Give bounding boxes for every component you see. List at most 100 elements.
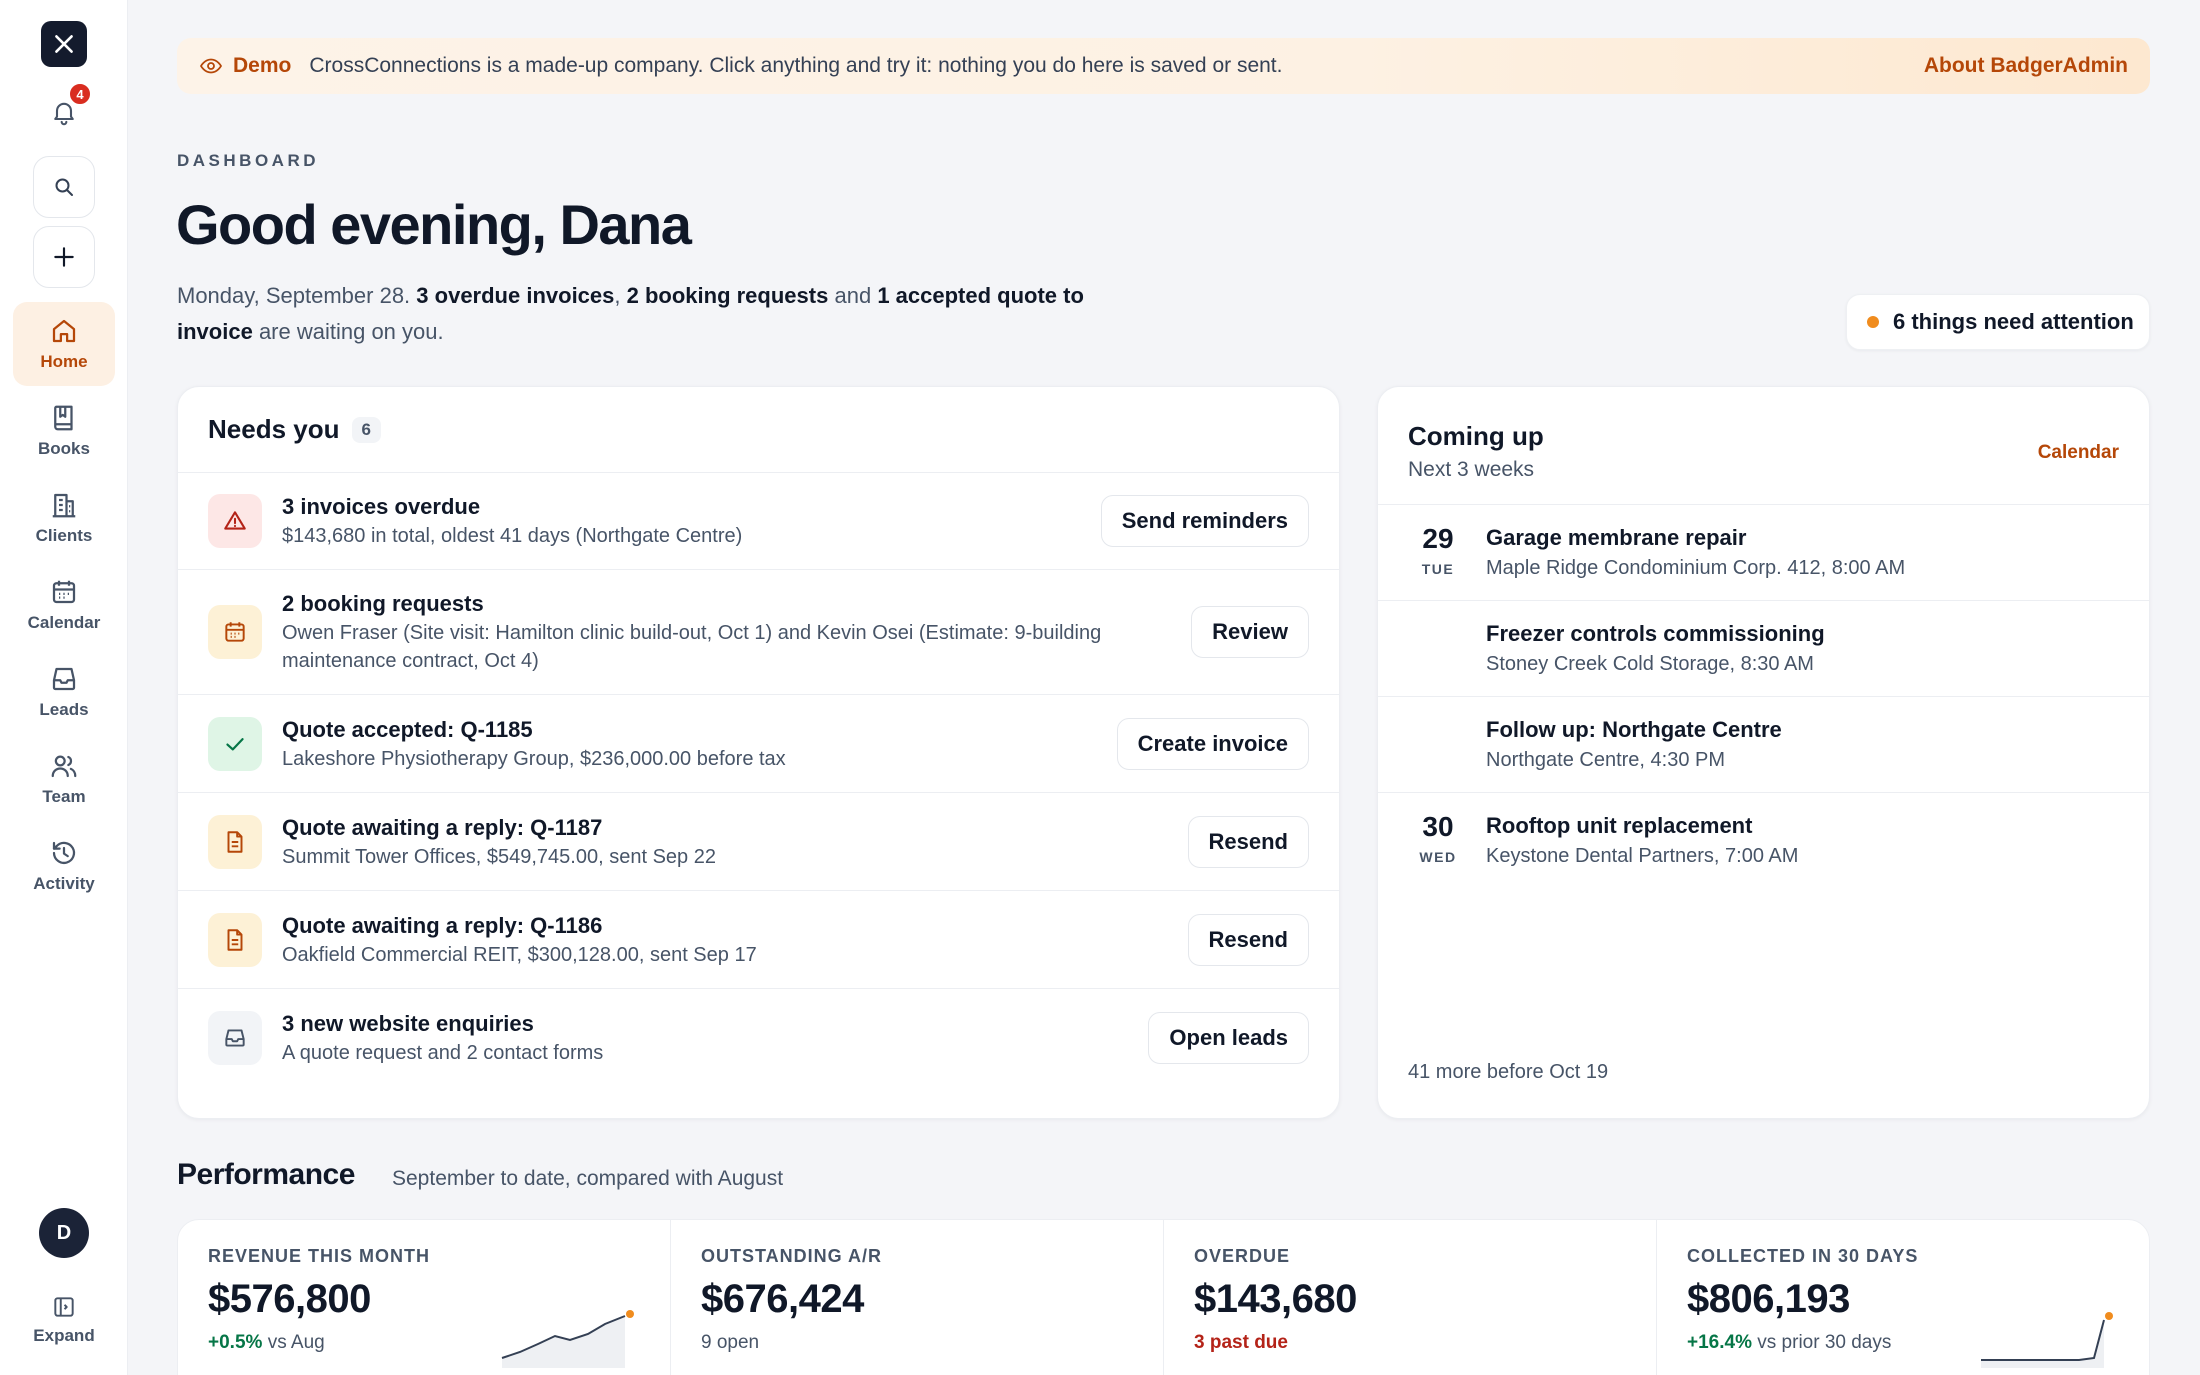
need-subtitle: Lakeshore Physiotherapy Group, $236,000.… xyxy=(282,747,786,770)
event-detail: Keystone Dental Partners, 7:00 AM xyxy=(1486,845,1799,867)
event-day: 30 xyxy=(1422,811,1454,842)
status-dot xyxy=(1867,316,1879,328)
metric-revenue[interactable]: REVENUE THIS MONTH $576,800 +0.5% vs Aug xyxy=(178,1220,671,1375)
sidebar-expand-icon xyxy=(54,1297,74,1317)
need-title: Quote accepted: Q-1185 xyxy=(282,716,533,742)
sidebar-item-label: Leads xyxy=(39,700,89,719)
need-subtitle: Owen Fraser (Site visit: Hamilton clinic… xyxy=(282,622,1102,672)
demo-tag: Demo xyxy=(233,54,292,77)
event-date: 29 TUE xyxy=(1378,523,1498,577)
resend-button[interactable]: Resend xyxy=(1187,815,1309,868)
coming-up-subtitle: Next 3 weeks xyxy=(1408,458,1535,481)
need-row-bookings[interactable]: 2 booking requests Owen Fraser (Site vis… xyxy=(178,570,1339,695)
demo-message: CrossConnections is a made-up company. C… xyxy=(309,54,1283,77)
users-icon xyxy=(51,755,77,778)
needs-you-title: Needs you xyxy=(208,414,340,444)
needs-you-card: Needs you 6 3 invoices overdue $143,680 … xyxy=(177,386,1340,1119)
sidebar-item-label: Clients xyxy=(35,526,93,545)
metric-delta: +16.4% xyxy=(1687,1332,1752,1353)
sidebar-item-label: Calendar xyxy=(27,613,101,632)
sidebar: 4 Home Books Clients Calendar Leads Team… xyxy=(0,0,128,1375)
need-row-quote-1187[interactable]: Quote awaiting a reply: Q-1187 Summit To… xyxy=(178,793,1339,891)
about-link[interactable]: About BadgerAdmin xyxy=(1924,54,2128,78)
send-reminders-button[interactable]: Send reminders xyxy=(1100,495,1309,547)
needs-you-header: Needs you 6 xyxy=(178,387,1339,473)
alert-icon xyxy=(208,494,262,548)
document-icon xyxy=(208,912,262,967)
sidebar-item-label: Expand xyxy=(33,1326,95,1345)
search-button[interactable] xyxy=(33,156,95,218)
close-icon xyxy=(55,35,73,53)
sidebar-item-activity[interactable]: Activity xyxy=(13,824,115,908)
event-title: Rooftop unit replacement xyxy=(1486,813,1753,838)
event-title: Garage membrane repair xyxy=(1486,525,1747,550)
metric-outstanding[interactable]: OUTSTANDING A/R $676,424 9 open xyxy=(671,1220,1164,1375)
need-row-enquiries[interactable]: 3 new website enquiries A quote request … xyxy=(178,989,1339,1087)
need-title: 2 booking requests xyxy=(282,591,484,616)
sidebar-item-label: Team xyxy=(42,787,86,806)
metric-label: COLLECTED IN 30 DAYS xyxy=(1687,1246,1919,1266)
sidebar-item-clients[interactable]: Clients xyxy=(13,476,115,560)
sidebar-item-leads[interactable]: Leads xyxy=(13,650,115,734)
metric-compare: vs prior 30 days xyxy=(1757,1332,1892,1353)
attention-pill[interactable]: 6 things need attention xyxy=(1846,294,2150,350)
open-leads-button[interactable]: Open leads xyxy=(1148,1012,1309,1064)
sidebar-item-label: Home xyxy=(40,352,88,371)
summary-date: Monday, September 28. xyxy=(177,283,411,308)
sidebar-item-team[interactable]: Team xyxy=(13,737,115,821)
event-title: Follow up: Northgate Centre xyxy=(1486,717,1782,742)
event-detail: Maple Ridge Condominium Corp. 412, 8:00 … xyxy=(1486,557,1906,579)
calendar-link[interactable]: Calendar xyxy=(2038,442,2119,464)
resend-button[interactable]: Resend xyxy=(1187,913,1309,966)
metric-overdue[interactable]: OVERDUE $143,680 3 past due xyxy=(1164,1220,1657,1375)
event-item[interactable]: Follow up: Northgate Centre Northgate Ce… xyxy=(1378,697,2149,793)
need-row-quote-accepted[interactable]: Quote accepted: Q-1185 Lakeshore Physiot… xyxy=(178,695,1339,793)
need-row-quote-1186[interactable]: Quote awaiting a reply: Q-1186 Oakfield … xyxy=(178,891,1339,989)
sidebar-item-calendar[interactable]: Calendar xyxy=(13,563,115,647)
expand-sidebar-button[interactable]: Expand xyxy=(13,1282,115,1358)
need-row-overdue[interactable]: 3 invoices overdue $143,680 in total, ol… xyxy=(178,473,1339,570)
home-icon xyxy=(52,319,76,343)
page-eyebrow: DASHBOARD xyxy=(177,151,319,170)
review-button[interactable]: Review xyxy=(1191,606,1309,658)
metric-collected[interactable]: COLLECTED IN 30 DAYS $806,193 +16.4% vs … xyxy=(1657,1220,2149,1375)
building-icon xyxy=(52,493,76,518)
sidebar-item-home[interactable]: Home xyxy=(13,302,115,386)
eye-icon xyxy=(199,58,223,74)
summary-and: and xyxy=(834,283,872,308)
metric-value: $143,680 xyxy=(1194,1277,1357,1321)
calendar-icon xyxy=(208,605,262,659)
event-item[interactable]: Freezer controls commissioning Stoney Cr… xyxy=(1378,601,2149,697)
more-events-link[interactable]: 41 more before Oct 19 xyxy=(1408,1061,1608,1084)
performance-title: Performance xyxy=(177,1158,355,1191)
event-item[interactable]: 29 TUE Garage membrane repair Maple Ridg… xyxy=(1378,505,2149,601)
create-button[interactable] xyxy=(33,226,95,288)
attention-label: 6 things need attention xyxy=(1893,309,2134,334)
event-item[interactable]: 30 WED Rooftop unit replacement Keystone… xyxy=(1378,793,2149,889)
need-subtitle: Oakfield Commercial REIT, $300,128.00, s… xyxy=(282,943,757,966)
need-subtitle: $143,680 in total, oldest 41 days (North… xyxy=(282,525,743,547)
sparkline xyxy=(501,1310,634,1368)
sidebar-item-books[interactable]: Books xyxy=(13,389,115,473)
metric-past-due: 3 past due xyxy=(1194,1332,1288,1353)
event-title: Freezer controls commissioning xyxy=(1486,621,1825,646)
calendar-icon xyxy=(52,580,76,604)
event-day: 29 xyxy=(1422,523,1454,554)
notification-badge: 4 xyxy=(68,82,92,106)
document-icon xyxy=(208,814,262,869)
metric-label: OUTSTANDING A/R xyxy=(701,1246,882,1266)
sidebar-item-label: Books xyxy=(38,439,90,458)
metric-value: $676,424 xyxy=(701,1277,864,1321)
search-icon xyxy=(55,178,73,196)
create-invoice-button[interactable]: Create invoice xyxy=(1116,717,1309,770)
event-weekday: WED xyxy=(1419,849,1457,865)
need-title: Quote awaiting a reply: Q-1187 xyxy=(282,814,603,840)
app-logo-button[interactable] xyxy=(41,21,87,67)
inbox-icon xyxy=(52,667,76,691)
book-icon xyxy=(54,405,73,431)
metric-delta: +0.5% xyxy=(208,1332,263,1353)
avatar[interactable]: D xyxy=(39,1208,89,1258)
metrics-row: REVENUE THIS MONTH $576,800 +0.5% vs Aug… xyxy=(177,1219,2150,1375)
need-subtitle: A quote request and 2 contact forms xyxy=(282,1042,604,1064)
need-title: 3 new website enquiries xyxy=(282,1011,534,1036)
